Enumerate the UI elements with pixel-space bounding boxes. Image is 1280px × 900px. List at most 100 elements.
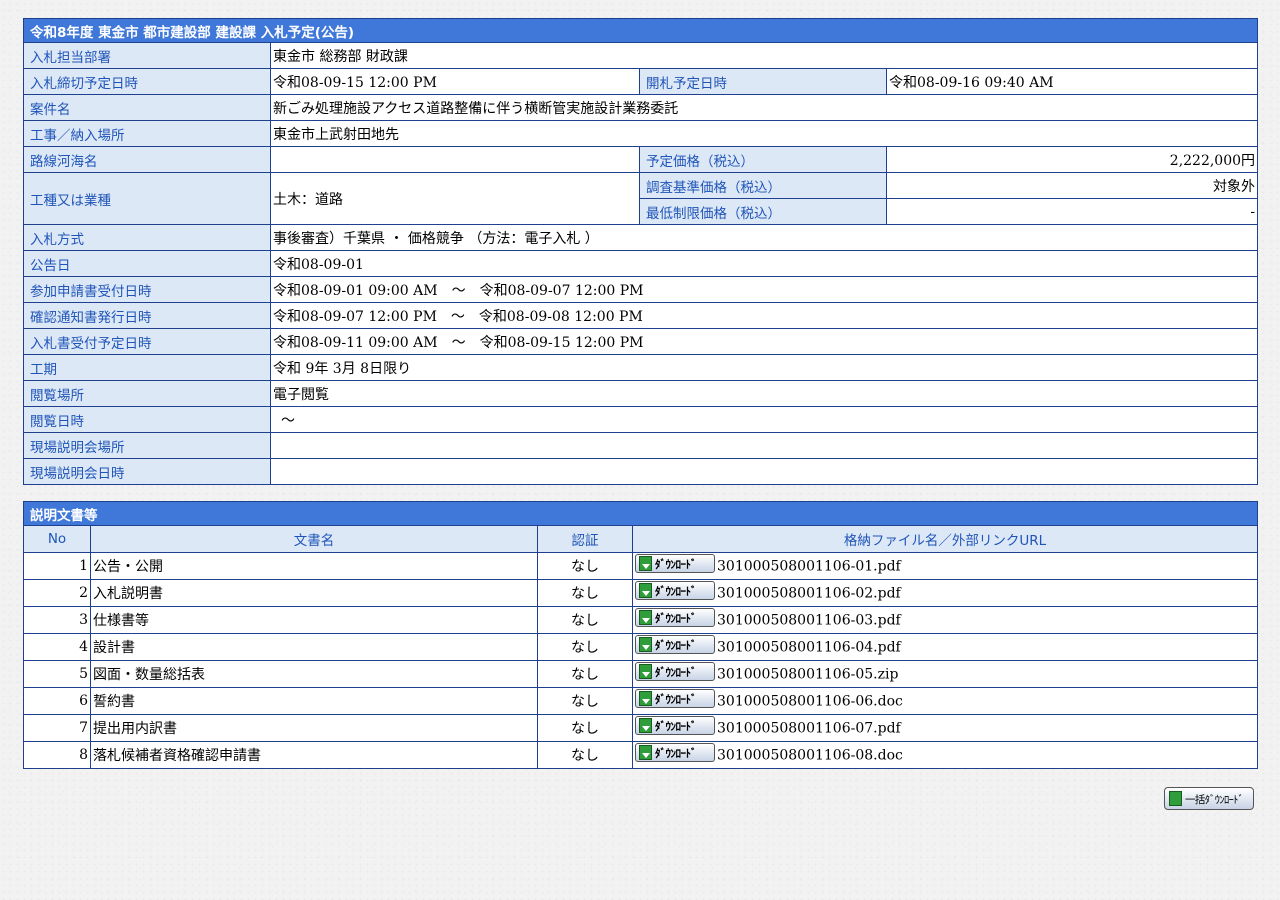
download-button[interactable]: ﾀﾞｳﾝﾛｰﾄﾞ [635, 688, 715, 708]
doc-no: 5 [23, 660, 91, 688]
table-row: 6 誓約書 なし ﾀﾞｳﾝﾛｰﾄﾞ 301000508001106-06.doc [23, 687, 1258, 715]
doc-no: 6 [23, 687, 91, 715]
download-label: ﾀﾞｳﾝﾛｰﾄﾞ [655, 746, 697, 760]
bid-info-title: 令和8年度 東金市 都市建設部 建設課 入札予定(公告) [22, 18, 1259, 43]
download-icon [639, 636, 652, 652]
case-name-label: 案件名 [23, 94, 271, 121]
doc-no: 4 [23, 633, 91, 661]
view-place-label: 閲覧場所 [23, 380, 271, 407]
doc-no: 2 [23, 579, 91, 607]
download-icon [639, 690, 652, 706]
doc-file-name: 301000508001106-05.zip [717, 666, 899, 682]
download-icon [639, 582, 652, 598]
doc-file-cell: ﾀﾞｳﾝﾛｰﾄﾞ 301000508001106-04.pdf [632, 633, 1258, 661]
doc-no: 7 [23, 714, 91, 742]
table-row: 4 設計書 なし ﾀﾞｳﾝﾛｰﾄﾞ 301000508001106-04.pdf [23, 633, 1258, 661]
table-row: 7 提出用内訳書 なし ﾀﾞｳﾝﾛｰﾄﾞ 301000508001106-07.pdf [23, 714, 1258, 742]
dept-value: 東金市 総務部 財政課 [269, 42, 1259, 69]
place-label: 工事／納入場所 [23, 120, 271, 147]
receipt-period-label: 入札書受付予定日時 [23, 328, 271, 355]
doc-name: 落札候補者資格確認申請書 [90, 741, 538, 769]
doc-file-name: 301000508001106-04.pdf [717, 639, 901, 655]
download-icon [639, 744, 652, 760]
doc-name: 設計書 [90, 633, 538, 661]
bulk-download-label: 一括ﾀﾞｳﾝﾛｰﾄﾞ [1185, 794, 1244, 806]
download-label: ﾀﾞｳﾝﾛｰﾄﾞ [655, 665, 697, 679]
doc-auth: なし [537, 606, 633, 634]
dept-label: 入札担当部署 [23, 42, 271, 69]
col-header-no: No [23, 525, 91, 553]
col-header-doc-name: 文書名 [90, 525, 538, 553]
doc-name: 公告・公開 [90, 552, 538, 580]
site-place-label: 現場説明会場所 [23, 432, 271, 459]
deadline-label: 入札締切予定日時 [23, 68, 271, 95]
place-value: 東金市上武射田地先 [269, 120, 1259, 147]
doc-file-name: 301000508001106-02.pdf [717, 585, 901, 601]
table-row: 3 仕様書等 なし ﾀﾞｳﾝﾛｰﾄﾞ 301000508001106-03.pdf [23, 606, 1258, 634]
price-value: 2,222,000円 [885, 146, 1259, 173]
download-button[interactable]: ﾀﾞｳﾝﾛｰﾄﾞ [635, 607, 715, 627]
confirm-period-label: 確認通知書発行日時 [23, 302, 271, 329]
download-icon [639, 555, 652, 571]
work-period-label: 工期 [23, 354, 271, 381]
doc-name: 図面・数量総括表 [90, 660, 538, 688]
view-date-value: ～ [269, 406, 1259, 433]
doc-name: 入札説明書 [90, 579, 538, 607]
method-value: 事後審査）千葉県 ・ 価格競争 （方法：電子入札 ） [269, 224, 1259, 251]
col-header-file: 格納ファイル名／外部リンクURL [632, 525, 1258, 553]
doc-auth: なし [537, 660, 633, 688]
doc-name: 提出用内訳書 [90, 714, 538, 742]
download-button[interactable]: ﾀﾞｳﾝﾛｰﾄﾞ [635, 715, 715, 735]
confirm-period-value: 令和08-09-07 12:00 PM ～ 令和08-09-08 12:00 P… [269, 302, 1259, 329]
site-place-value [269, 432, 1259, 459]
doc-no: 8 [23, 741, 91, 769]
doc-name: 誓約書 [90, 687, 538, 715]
work-period-value: 令和 9年 3月 8日限り [269, 354, 1259, 381]
notice-date-value: 令和08-09-01 [269, 250, 1259, 277]
route-value [270, 146, 640, 173]
doc-no: 3 [23, 606, 91, 634]
doc-file-name: 301000508001106-06.doc [717, 693, 903, 709]
doc-name: 仕様書等 [90, 606, 538, 634]
doc-auth: なし [537, 687, 633, 715]
work-type-value: 土木：道路 [270, 172, 640, 225]
doc-file-cell: ﾀﾞｳﾝﾛｰﾄﾞ 301000508001106-01.pdf [632, 552, 1258, 580]
documents-table: 説明文書等 No 文書名 認証 格納ファイル名／外部リンクURL 1 公告・公開な… [23, 501, 1258, 769]
work-type-label: 工種又は業種 [23, 172, 271, 225]
download-label: ﾀﾞｳﾝﾛｰﾄﾞ [655, 584, 697, 598]
method-label: 入札方式 [23, 224, 271, 251]
doc-file-cell: ﾀﾞｳﾝﾛｰﾄﾞ 301000508001106-02.pdf [632, 579, 1258, 607]
download-button[interactable]: ﾀﾞｳﾝﾛｰﾄﾞ [635, 661, 715, 681]
download-button[interactable]: ﾀﾞｳﾝﾛｰﾄﾞ [635, 742, 715, 762]
doc-file-name: 301000508001106-08.doc [717, 747, 903, 763]
receipt-period-value: 令和08-09-11 09:00 AM ～ 令和08-09-15 12:00 P… [269, 328, 1259, 355]
notice-date-label: 公告日 [23, 250, 271, 277]
table-row: 8 落札候補者資格確認申請書 なし ﾀﾞｳﾝﾛｰﾄﾞ 301000508001106-0… [23, 741, 1258, 769]
download-icon [639, 609, 652, 625]
doc-file-name: 301000508001106-03.pdf [717, 612, 901, 628]
view-date-label: 閲覧日時 [23, 406, 271, 433]
opening-value: 令和08-09-16 09:40 AM [885, 68, 1259, 95]
doc-file-name: 301000508001106-01.pdf [717, 558, 901, 574]
price-label: 予定価格（税込） [639, 146, 887, 173]
min-price-label: 最低制限価格（税込） [639, 198, 887, 225]
opening-label: 開札予定日時 [639, 68, 887, 95]
site-date-label: 現場説明会日時 [23, 458, 271, 485]
survey-price-label: 調査基準価格（税込） [639, 172, 887, 199]
download-label: ﾀﾞｳﾝﾛｰﾄﾞ [655, 719, 697, 733]
apply-period-label: 参加申請書受付日時 [23, 276, 271, 303]
download-button[interactable]: ﾀﾞｳﾝﾛｰﾄﾞ [635, 634, 715, 654]
table-row: 2 入札説明書 なし ﾀﾞｳﾝﾛｰﾄﾞ 301000508001106-02.pdf [23, 579, 1258, 607]
col-header-auth: 認証 [537, 525, 633, 553]
documents-title: 説明文書等 [23, 501, 1258, 526]
doc-file-name: 301000508001106-07.pdf [717, 720, 901, 736]
bid-info-table: 令和8年度 東金市 都市建設部 建設課 入札予定(公告) 入札担当部署 東金市 … [22, 18, 1259, 485]
doc-auth: なし [537, 579, 633, 607]
download-button[interactable]: ﾀﾞｳﾝﾛｰﾄﾞ [635, 553, 715, 573]
doc-no: 1 [23, 552, 91, 580]
doc-auth: なし [537, 633, 633, 661]
bulk-download-button[interactable]: 一括ﾀﾞｳﾝﾛｰﾄﾞ [1164, 787, 1254, 810]
doc-file-cell: ﾀﾞｳﾝﾛｰﾄﾞ 301000508001106-08.doc [632, 741, 1258, 769]
download-button[interactable]: ﾀﾞｳﾝﾛｰﾄﾞ [635, 580, 715, 600]
doc-file-cell: ﾀﾞｳﾝﾛｰﾄﾞ 301000508001106-03.pdf [632, 606, 1258, 634]
